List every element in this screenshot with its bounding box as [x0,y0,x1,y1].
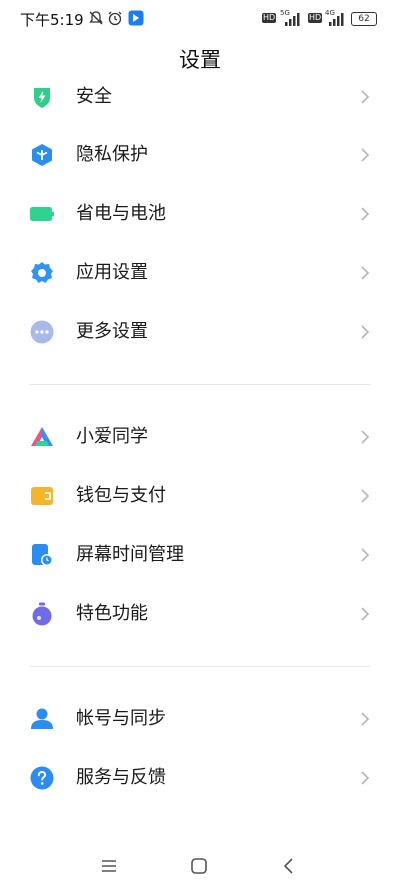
chevron-right-icon [361,148,370,162]
account-icon [31,708,53,729]
battery-icon [30,207,54,221]
settings-item-battery[interactable]: 省电与电池 [0,185,400,243]
settings-item-security[interactable]: 安全 [0,68,400,126]
home-icon[interactable] [188,855,210,877]
chevron-right-icon [361,548,370,562]
settings-item-label: 帐号与同步 [76,708,166,729]
chevron-right-icon [361,266,370,280]
settings-item-label: 省电与电池 [76,203,166,224]
settings-item-label: 特色功能 [76,603,148,624]
hd-badge-2: HD [308,13,323,23]
app-notification-icon [128,10,144,26]
settings-item-label: 隐私保护 [76,144,148,165]
chevron-right-icon [361,771,370,785]
signal-icon-2 [329,13,344,26]
xiaoai-icon [31,427,53,446]
settings-item-xiaoai[interactable]: 小爱同学 [0,408,400,466]
settings-item-app-settings[interactable]: 应用设置 [0,244,400,302]
chevron-right-icon [361,607,370,621]
settings-item-wallet[interactable]: 钱包与支付 [0,467,400,525]
wallet-icon [31,487,53,505]
alarm-icon [108,11,122,26]
settings-item-more-settings[interactable]: 更多设置 [0,303,400,361]
settings-item-label: 屏幕时间管理 [76,544,184,565]
settings-item-service-feedback[interactable]: 服务与反馈 [0,749,400,807]
menu-icon[interactable] [98,855,120,877]
battery-level: 62 [358,14,370,24]
hd-badge-1: HD [262,13,277,23]
section-divider [30,666,370,667]
settings-item-label: 小爱同学 [76,426,148,447]
mute-notification-icon [89,11,103,25]
navigation-bar [0,841,400,889]
back-icon[interactable] [278,855,300,877]
settings-item-label: 应用设置 [76,262,148,283]
chevron-right-icon [361,489,370,503]
help-icon [30,766,54,790]
status-time: 下午5:19 [20,11,84,29]
feature-bulb-icon [32,602,52,626]
signal-icon-1 [285,13,300,26]
status-bar: 下午5:19 HD 5G HD 4G 62 [0,0,400,38]
privacy-cube-icon [32,144,52,166]
shield-bolt-icon [34,88,50,108]
gear-icon [31,262,53,283]
settings-item-label: 更多设置 [76,321,148,342]
more-dots-icon [30,320,54,344]
chevron-right-icon [361,325,370,339]
settings-item-special-features[interactable]: 特色功能 [0,585,400,643]
section-divider [30,384,370,385]
settings-item-label: 钱包与支付 [76,485,166,506]
settings-item-label: 安全 [76,86,112,107]
chevron-right-icon [361,712,370,726]
chevron-right-icon [361,207,370,221]
chevron-right-icon [361,90,370,104]
settings-item-privacy[interactable]: 隐私保护 [0,126,400,184]
chevron-right-icon [361,430,370,444]
battery-indicator: 62 [351,12,377,26]
screen-time-icon [32,544,53,566]
settings-item-label: 服务与反馈 [76,767,166,788]
settings-item-account-sync[interactable]: 帐号与同步 [0,690,400,748]
settings-item-screen-time[interactable]: 屏幕时间管理 [0,526,400,584]
